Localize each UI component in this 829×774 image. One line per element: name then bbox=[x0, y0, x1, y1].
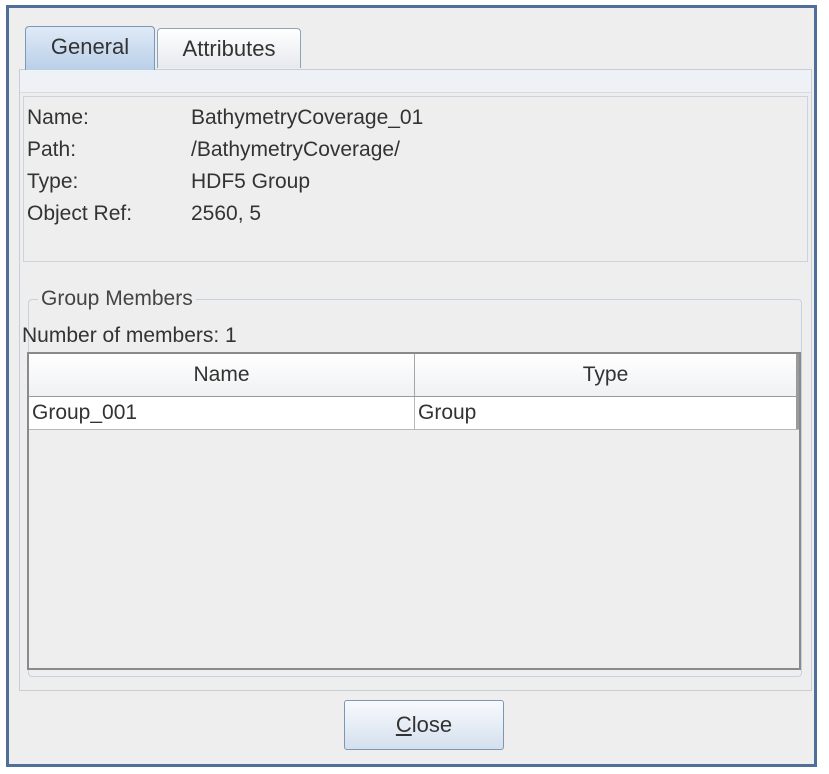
tab-attributes-label: Attributes bbox=[182, 36, 276, 61]
type-label: Type: bbox=[27, 170, 79, 193]
close-mnemonic: C bbox=[395, 712, 412, 737]
type-value: HDF5 Group bbox=[191, 170, 311, 193]
path-label: Path: bbox=[27, 138, 77, 161]
panel-header-strip bbox=[20, 70, 811, 93]
group-members-legend: Group Members bbox=[38, 286, 196, 312]
object-info-section: Name: BathymetryCoverage_01 Path: /Bathy… bbox=[23, 96, 808, 262]
path-value: /BathymetryCoverage/ bbox=[191, 138, 400, 161]
tab-general-label: General bbox=[50, 34, 130, 59]
table-row[interactable]: Group_001 Group bbox=[29, 397, 799, 430]
tab-attributes[interactable]: Attributes bbox=[157, 28, 301, 68]
name-value: BathymetryCoverage_01 bbox=[191, 106, 424, 129]
cell-member-type[interactable]: Group bbox=[415, 397, 799, 429]
object-ref-value: 2560, 5 bbox=[191, 202, 262, 225]
name-label: Name: bbox=[27, 106, 89, 129]
close-label-rest: lose bbox=[411, 712, 453, 737]
object-ref-label: Object Ref: bbox=[27, 202, 133, 225]
column-header-name[interactable]: Name bbox=[29, 354, 415, 396]
tab-general[interactable]: General bbox=[25, 26, 155, 70]
member-count-label: Number of members: 1 bbox=[22, 324, 237, 347]
table-header: Name Type bbox=[29, 354, 799, 397]
members-table[interactable]: Name Type Group_001 Group bbox=[27, 352, 801, 670]
cell-member-name[interactable]: Group_001 bbox=[29, 397, 415, 429]
button-bar: Close bbox=[19, 691, 812, 757]
general-tab-panel: Name: BathymetryCoverage_01 Path: /Bathy… bbox=[19, 69, 812, 691]
close-button[interactable]: Close bbox=[344, 700, 504, 750]
column-header-type[interactable]: Type bbox=[415, 354, 799, 396]
